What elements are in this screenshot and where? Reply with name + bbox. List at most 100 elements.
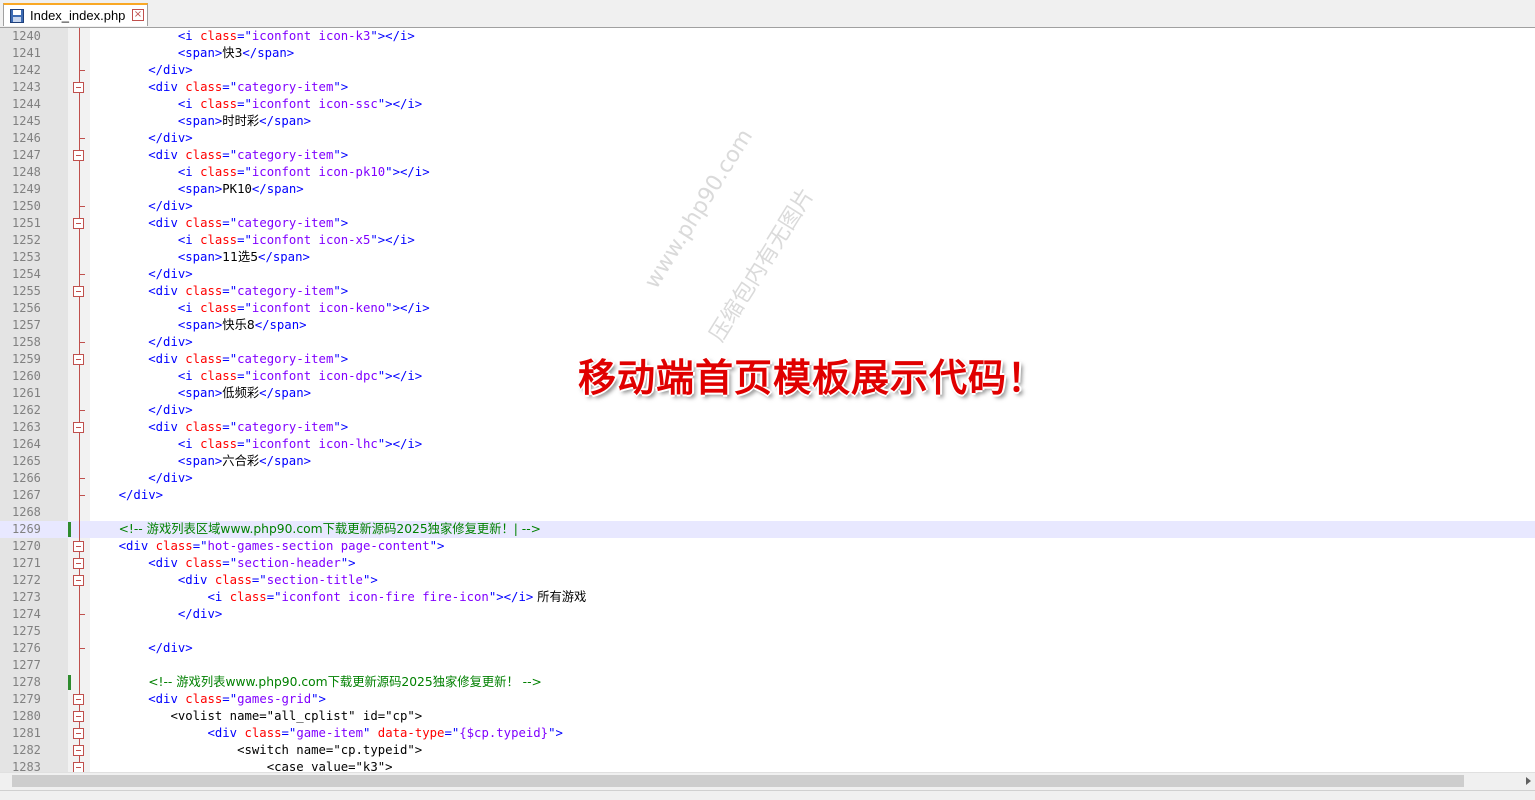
code-line[interactable]: 1241 <span>快3</span> [0, 45, 1535, 62]
fold-toggle-icon[interactable] [73, 745, 84, 756]
code-token: <span> [177, 454, 223, 468]
code-token: class [185, 692, 223, 706]
code-line[interactable]: 1242 </div> [0, 62, 1535, 79]
code-line[interactable]: 1270 <div class="hot-games-section page-… [0, 538, 1535, 555]
code-line[interactable]: 1256 <i class="iconfont icon-keno"></i> [0, 300, 1535, 317]
fold-toggle-icon[interactable] [73, 354, 84, 365]
code-line[interactable]: 1278 <!-- 游戏列表www.php90.com下载更新源码2025独家修… [0, 674, 1535, 691]
scrollbar-thumb[interactable] [12, 775, 1464, 787]
code-line[interactable]: 1265 <span>六合彩</span> [0, 453, 1535, 470]
code-text: <i class="iconfont icon-fire fire-icon">… [89, 589, 586, 606]
code-token: =" [222, 80, 238, 94]
code-line[interactable]: 1274 </div> [0, 606, 1535, 623]
code-line[interactable]: 1262 </div> [0, 402, 1535, 419]
line-number: 1273 [12, 590, 41, 604]
fold-toggle-icon[interactable] [73, 762, 84, 772]
line-number: 1275 [12, 624, 41, 638]
code-token: =" [237, 97, 252, 111]
line-number: 1268 [12, 505, 41, 519]
code-line[interactable]: 1271 <div class="section-header"> [0, 555, 1535, 572]
code-line[interactable]: 1276 </div> [0, 640, 1535, 657]
line-number: 1245 [12, 114, 41, 128]
code-token: 11选5 [222, 250, 259, 264]
line-number: 1264 [12, 437, 41, 451]
horizontal-scrollbar[interactable] [0, 772, 1535, 790]
code-line[interactable]: 1264 <i class="iconfont icon-lhc"></i> [0, 436, 1535, 453]
code-text: </div> [89, 266, 193, 283]
code-token: category-item [237, 284, 334, 298]
tab-index-index-php[interactable]: Index_index.php × [3, 3, 148, 26]
code-line[interactable]: 1245 <span>时时彩</span> [0, 113, 1535, 130]
code-token: "> [429, 539, 445, 553]
code-token: class [200, 437, 238, 451]
scroll-right-arrow-icon[interactable] [1526, 777, 1531, 785]
fold-guide [79, 436, 80, 453]
fold-toggle-icon[interactable] [73, 728, 84, 739]
tab-bar: Index_index.php × [0, 0, 1535, 28]
fold-toggle-icon[interactable] [73, 82, 84, 93]
line-number: 1267 [12, 488, 41, 502]
code-line[interactable]: 1255 <div class="category-item"> [0, 283, 1535, 300]
code-text: <i class="iconfont icon-x5"></i> [89, 232, 415, 249]
code-token: =" [222, 216, 238, 230]
code-token: 所有游戏 [533, 590, 587, 604]
fold-toggle-icon[interactable] [73, 541, 84, 552]
line-number: 1276 [12, 641, 41, 655]
fold-guide [79, 368, 80, 385]
code-line[interactable]: 1272 <div class="section-title"> [0, 572, 1535, 589]
code-line[interactable]: 1282 <switch name="cp.typeid"> [0, 742, 1535, 759]
code-token: class [185, 556, 223, 570]
code-token: "> [340, 556, 356, 570]
code-line[interactable]: 1266 </div> [0, 470, 1535, 487]
code-text: <case value="k3"> [89, 759, 393, 772]
code-text: </div> [89, 334, 192, 351]
fold-toggle-icon[interactable] [73, 694, 84, 705]
code-token: </div> [118, 488, 164, 502]
code-token: 六合彩 [222, 454, 260, 468]
code-line[interactable]: 1244 <i class="iconfont icon-ssc"></i> [0, 96, 1535, 113]
code-line[interactable]: 1257 <span>快乐8</span> [0, 317, 1535, 334]
code-token: =" [222, 692, 238, 706]
code-line[interactable]: 1277 [0, 657, 1535, 674]
code-token: =" [237, 29, 252, 43]
code-line[interactable]: 1268 [0, 504, 1535, 521]
code-token: class [214, 573, 252, 587]
fold-toggle-icon[interactable] [73, 711, 84, 722]
fold-toggle-icon[interactable] [73, 218, 84, 229]
code-line[interactable]: 1279 <div class="games-grid"> [0, 691, 1535, 708]
fold-toggle-icon[interactable] [73, 150, 84, 161]
code-line[interactable]: 1283 <case value="k3"> [0, 759, 1535, 772]
fold-toggle-icon[interactable] [73, 286, 84, 297]
fold-toggle-icon[interactable] [73, 558, 84, 569]
code-token: class [200, 29, 238, 43]
fold-toggle-icon[interactable] [73, 575, 84, 586]
code-token: </div> [148, 267, 193, 281]
fold-end-mark [79, 478, 85, 479]
code-line[interactable]: 1240 <i class="iconfont icon-k3"></i> [0, 28, 1535, 45]
code-line[interactable]: 1275 [0, 623, 1535, 640]
code-token: class [200, 301, 238, 315]
code-line[interactable]: 1248 <i class="iconfont icon-pk10"></i> [0, 164, 1535, 181]
code-token: <i [177, 165, 201, 179]
line-number: 1256 [12, 301, 41, 315]
code-line[interactable]: 1243 <div class="category-item"> [0, 79, 1535, 96]
code-token: <div [118, 539, 156, 553]
code-line[interactable]: 1280 <volist name="all_cplist" id="cp"> [0, 708, 1535, 725]
line-number: 1282 [12, 743, 41, 757]
code-line[interactable]: 1250 </div> [0, 198, 1535, 215]
code-line[interactable]: 1267 </div> [0, 487, 1535, 504]
code-line[interactable]: 1263 <div class="category-item"> [0, 419, 1535, 436]
line-number: 1265 [12, 454, 41, 468]
code-line[interactable]: 1273 <i class="iconfont icon-fire fire-i… [0, 589, 1535, 606]
code-token: "> [311, 692, 326, 706]
code-line[interactable]: 1249 <span>PK10</span> [0, 181, 1535, 198]
code-line[interactable]: 1247 <div class="category-item"> [0, 147, 1535, 164]
code-token: section-header [237, 556, 341, 570]
code-token: <div [148, 284, 186, 298]
code-line[interactable]: 1281 <div class="game-item" data-type="{… [0, 725, 1535, 742]
fold-toggle-icon[interactable] [73, 422, 84, 433]
code-line[interactable]: 1269 <!-- 游戏列表区域www.php90.com下载更新源码2025独… [0, 521, 1535, 538]
close-icon[interactable]: × [132, 9, 144, 21]
code-text: </div> [89, 62, 192, 79]
code-line[interactable]: 1246 </div> [0, 130, 1535, 147]
